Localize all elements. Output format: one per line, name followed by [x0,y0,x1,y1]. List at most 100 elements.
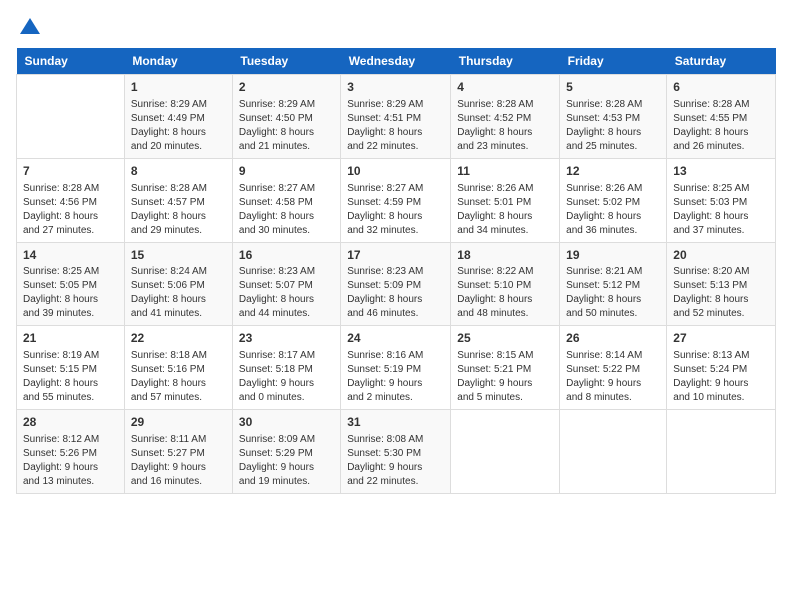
day-info: Sunrise: 8:08 AM Sunset: 5:30 PM Dayligh… [347,433,444,489]
day-info: Sunrise: 8:26 AM Sunset: 5:02 PM Dayligh… [566,182,660,238]
day-cell [451,410,560,494]
day-cell: 2 Sunrise: 8:29 AM Sunset: 4:50 PM Daylig… [232,75,340,159]
day-number: 24 [347,330,444,347]
header-cell-friday: Friday [560,48,667,75]
day-number: 29 [131,414,226,431]
day-info: Sunrise: 8:29 AM Sunset: 4:51 PM Dayligh… [347,98,444,154]
day-cell: 23 Sunrise: 8:17 AM Sunset: 5:18 PM Dayli… [232,326,340,410]
week-row-5: 28Sunrise: 8:12 AM Sunset: 5:26 PM Dayli… [17,410,776,494]
day-number: 31 [347,414,444,431]
day-number: 4 [457,79,553,96]
day-number: 7 [23,163,118,180]
day-info: Sunrise: 8:21 AM Sunset: 5:12 PM Dayligh… [566,265,660,321]
day-info: Sunrise: 8:27 AM Sunset: 4:58 PM Dayligh… [239,182,334,238]
day-number: 10 [347,163,444,180]
day-info: Sunrise: 8:28 AM Sunset: 4:56 PM Dayligh… [23,182,118,238]
day-cell: 20Sunrise: 8:20 AM Sunset: 5:13 PM Dayli… [667,242,776,326]
day-info: Sunrise: 8:25 AM Sunset: 5:03 PM Dayligh… [673,182,769,238]
header-cell-tuesday: Tuesday [232,48,340,75]
day-number: 16 [239,247,334,264]
logo-icon [18,16,42,40]
week-row-2: 7 Sunrise: 8:28 AM Sunset: 4:56 PM Daylig… [17,158,776,242]
day-number: 15 [131,247,226,264]
day-number: 25 [457,330,553,347]
day-cell: 30Sunrise: 8:09 AM Sunset: 5:29 PM Dayli… [232,410,340,494]
day-info: Sunrise: 8:25 AM Sunset: 5:05 PM Dayligh… [23,265,118,321]
day-cell: 31 Sunrise: 8:08 AM Sunset: 5:30 PM Dayli… [341,410,451,494]
day-cell: 14Sunrise: 8:25 AM Sunset: 5:05 PM Dayli… [17,242,125,326]
day-info: Sunrise: 8:13 AM Sunset: 5:24 PM Dayligh… [673,349,769,405]
day-cell: 22 Sunrise: 8:18 AM Sunset: 5:16 PM Dayli… [124,326,232,410]
day-info: Sunrise: 8:24 AM Sunset: 5:06 PM Dayligh… [131,265,226,321]
day-info: Sunrise: 8:12 AM Sunset: 5:26 PM Dayligh… [23,433,118,489]
day-info: Sunrise: 8:29 AM Sunset: 4:49 PM Dayligh… [131,98,226,154]
header-cell-thursday: Thursday [451,48,560,75]
day-cell: 4 Sunrise: 8:28 AM Sunset: 4:52 PM Daylig… [451,75,560,159]
day-cell: 19Sunrise: 8:21 AM Sunset: 5:12 PM Dayli… [560,242,667,326]
day-cell: 18Sunrise: 8:22 AM Sunset: 5:10 PM Dayli… [451,242,560,326]
day-number: 6 [673,79,769,96]
day-number: 8 [131,163,226,180]
day-cell: 9Sunrise: 8:27 AM Sunset: 4:58 PM Daylig… [232,158,340,242]
day-info: Sunrise: 8:22 AM Sunset: 5:10 PM Dayligh… [457,265,553,321]
calendar-table: SundayMondayTuesdayWednesdayThursdayFrid… [16,48,776,494]
day-info: Sunrise: 8:28 AM Sunset: 4:53 PM Dayligh… [566,98,660,154]
day-info: Sunrise: 8:18 AM Sunset: 5:16 PM Dayligh… [131,349,226,405]
day-cell: 28Sunrise: 8:12 AM Sunset: 5:26 PM Dayli… [17,410,125,494]
day-cell: 3 Sunrise: 8:29 AM Sunset: 4:51 PM Daylig… [341,75,451,159]
header-cell-monday: Monday [124,48,232,75]
day-number: 20 [673,247,769,264]
day-info: Sunrise: 8:28 AM Sunset: 4:52 PM Dayligh… [457,98,553,154]
day-number: 30 [239,414,334,431]
day-info: Sunrise: 8:27 AM Sunset: 4:59 PM Dayligh… [347,182,444,238]
day-cell: 15Sunrise: 8:24 AM Sunset: 5:06 PM Dayli… [124,242,232,326]
day-number: 17 [347,247,444,264]
day-cell: 24 Sunrise: 8:16 AM Sunset: 5:19 PM Dayli… [341,326,451,410]
day-cell: 11 Sunrise: 8:26 AM Sunset: 5:01 PM Dayli… [451,158,560,242]
day-number: 1 [131,79,226,96]
day-info: Sunrise: 8:11 AM Sunset: 5:27 PM Dayligh… [131,433,226,489]
day-cell [560,410,667,494]
logo [16,16,42,36]
day-number: 5 [566,79,660,96]
day-info: Sunrise: 8:29 AM Sunset: 4:50 PM Dayligh… [239,98,334,154]
day-number: 18 [457,247,553,264]
day-info: Sunrise: 8:16 AM Sunset: 5:19 PM Dayligh… [347,349,444,405]
header-cell-saturday: Saturday [667,48,776,75]
day-number: 23 [239,330,334,347]
day-cell: 29 Sunrise: 8:11 AM Sunset: 5:27 PM Dayli… [124,410,232,494]
day-cell: 1 Sunrise: 8:29 AM Sunset: 4:49 PM Daylig… [124,75,232,159]
day-info: Sunrise: 8:19 AM Sunset: 5:15 PM Dayligh… [23,349,118,405]
day-info: Sunrise: 8:23 AM Sunset: 5:09 PM Dayligh… [347,265,444,321]
day-number: 13 [673,163,769,180]
day-cell: 21 Sunrise: 8:19 AM Sunset: 5:15 PM Dayli… [17,326,125,410]
day-number: 26 [566,330,660,347]
day-number: 21 [23,330,118,347]
day-info: Sunrise: 8:15 AM Sunset: 5:21 PM Dayligh… [457,349,553,405]
day-info: Sunrise: 8:28 AM Sunset: 4:55 PM Dayligh… [673,98,769,154]
day-info: Sunrise: 8:17 AM Sunset: 5:18 PM Dayligh… [239,349,334,405]
week-row-1: 1 Sunrise: 8:29 AM Sunset: 4:49 PM Daylig… [17,75,776,159]
header-cell-sunday: Sunday [17,48,125,75]
day-number: 12 [566,163,660,180]
week-row-3: 14Sunrise: 8:25 AM Sunset: 5:05 PM Dayli… [17,242,776,326]
day-info: Sunrise: 8:20 AM Sunset: 5:13 PM Dayligh… [673,265,769,321]
day-cell: 26Sunrise: 8:14 AM Sunset: 5:22 PM Dayli… [560,326,667,410]
day-cell: 17Sunrise: 8:23 AM Sunset: 5:09 PM Dayli… [341,242,451,326]
day-cell: 8Sunrise: 8:28 AM Sunset: 4:57 PM Daylig… [124,158,232,242]
day-number: 2 [239,79,334,96]
day-number: 11 [457,163,553,180]
day-cell: 25 Sunrise: 8:15 AM Sunset: 5:21 PM Dayli… [451,326,560,410]
day-number: 19 [566,247,660,264]
header-cell-wednesday: Wednesday [341,48,451,75]
day-number: 3 [347,79,444,96]
day-info: Sunrise: 8:26 AM Sunset: 5:01 PM Dayligh… [457,182,553,238]
day-cell: 27 Sunrise: 8:13 AM Sunset: 5:24 PM Dayli… [667,326,776,410]
day-cell [667,410,776,494]
day-cell: 7 Sunrise: 8:28 AM Sunset: 4:56 PM Daylig… [17,158,125,242]
day-info: Sunrise: 8:23 AM Sunset: 5:07 PM Dayligh… [239,265,334,321]
day-number: 14 [23,247,118,264]
day-number: 27 [673,330,769,347]
day-number: 22 [131,330,226,347]
header-row: SundayMondayTuesdayWednesdayThursdayFrid… [17,48,776,75]
